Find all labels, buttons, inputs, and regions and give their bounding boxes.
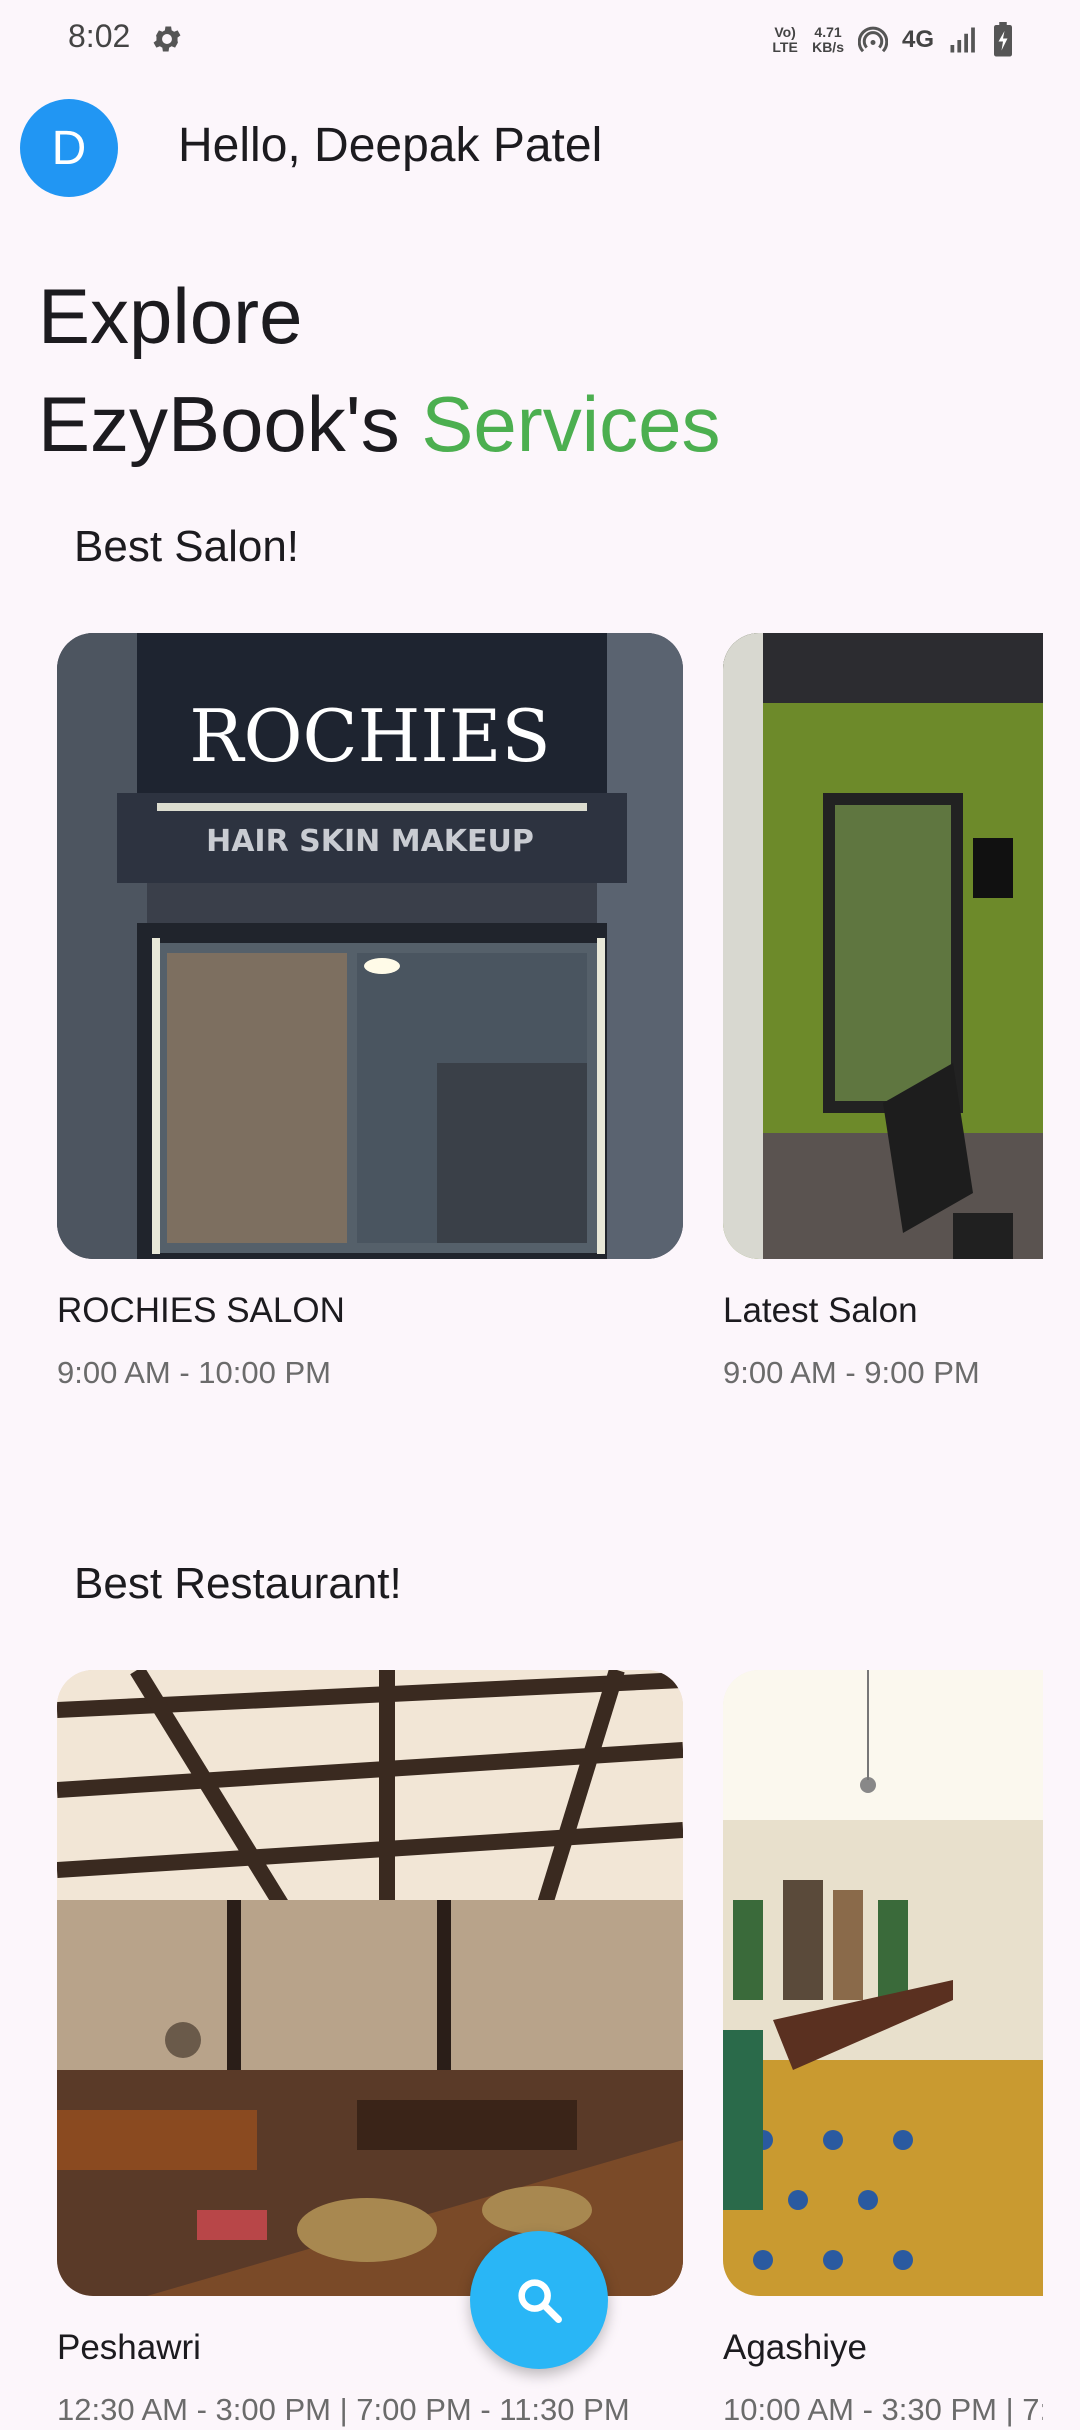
title-line-1: Explore [38,272,303,360]
title-line-2: EzyBook's Services [38,370,720,478]
volte-indicator: Vo) LTE [772,24,798,55]
network-speed: 4.71 KB/s [812,25,844,55]
title-prefix: EzyBook's [38,380,400,468]
signal-icon [950,27,975,53]
salon-storefront-image: ROCHIES HAIR SKIN MAKEUP [57,633,683,1259]
section-title-restaurant: Best Restaurant! [74,1559,402,1608]
speed-value: 4.71 [814,24,842,40]
avatar-initial: D [51,121,87,175]
restaurant-hours: 12:30 AM - 3:00 PM | 7:00 PM - 11:30 PM [57,2392,630,2427]
salon-name: Latest Salon [723,1291,918,1330]
gear-icon [153,26,181,52]
avatar[interactable]: D [20,99,118,197]
storefront-sign-text: ROCHIES [189,694,550,778]
search-button[interactable] [470,2231,608,2369]
title-highlight: Services [421,380,721,468]
salon-image-latest[interactable] [723,633,1043,1259]
status-bar: 8:02 Vo) LTE 4.71 KB/s 4G [0,0,1080,80]
salon-name: ROCHIES SALON [57,1291,345,1330]
network-type: 4G [901,26,934,53]
restaurant-image-peshawri[interactable] [57,1670,683,2296]
battery-icon [994,22,1012,57]
storefront-sign-subtext: HAIR SKIN MAKEUP [206,824,534,859]
hotspot-icon [857,26,888,53]
restaurant-card-agashiye[interactable]: Agashiye 10:00 AM - 3:30 PM | 7:00 PM - … [723,1670,1043,2428]
restaurant-hours: 10:00 AM - 3:30 PM | 7:00 PM - 11:00 PM [723,2392,1043,2427]
restaurant-interior-image [57,1670,683,2296]
salon-hours: 9:00 AM - 9:00 PM [723,1355,980,1390]
restaurant-name: Agashiye [723,2328,867,2367]
restaurant-image-agashiye[interactable] [723,1670,1043,2296]
salon-carousel[interactable]: ROCHIES HAIR SKIN MAKEUP ROCHIES SALON 9… [0,633,1043,1393]
restaurant-hall-image [723,1670,1043,2296]
greeting-text: Hello, Deepak Patel [178,119,603,172]
speed-unit: KB/s [812,39,844,55]
salon-hours: 9:00 AM - 10:00 PM [57,1355,331,1390]
status-icons: Vo) LTE 4.71 KB/s 4G [772,18,1014,62]
status-time: 8:02 [68,18,131,54]
salon-card-latest[interactable]: Latest Salon 9:00 AM - 9:00 PM [723,633,1043,1391]
salon-interior-image [723,633,1043,1259]
search-icon [518,2279,562,2323]
section-title-salon: Best Salon! [74,522,300,571]
salon-image-rochies[interactable]: ROCHIES HAIR SKIN MAKEUP [57,633,683,1259]
page-title: Explore EzyBook's Services [38,262,720,478]
salon-card-rochies[interactable]: ROCHIES HAIR SKIN MAKEUP ROCHIES SALON 9… [57,633,683,1391]
